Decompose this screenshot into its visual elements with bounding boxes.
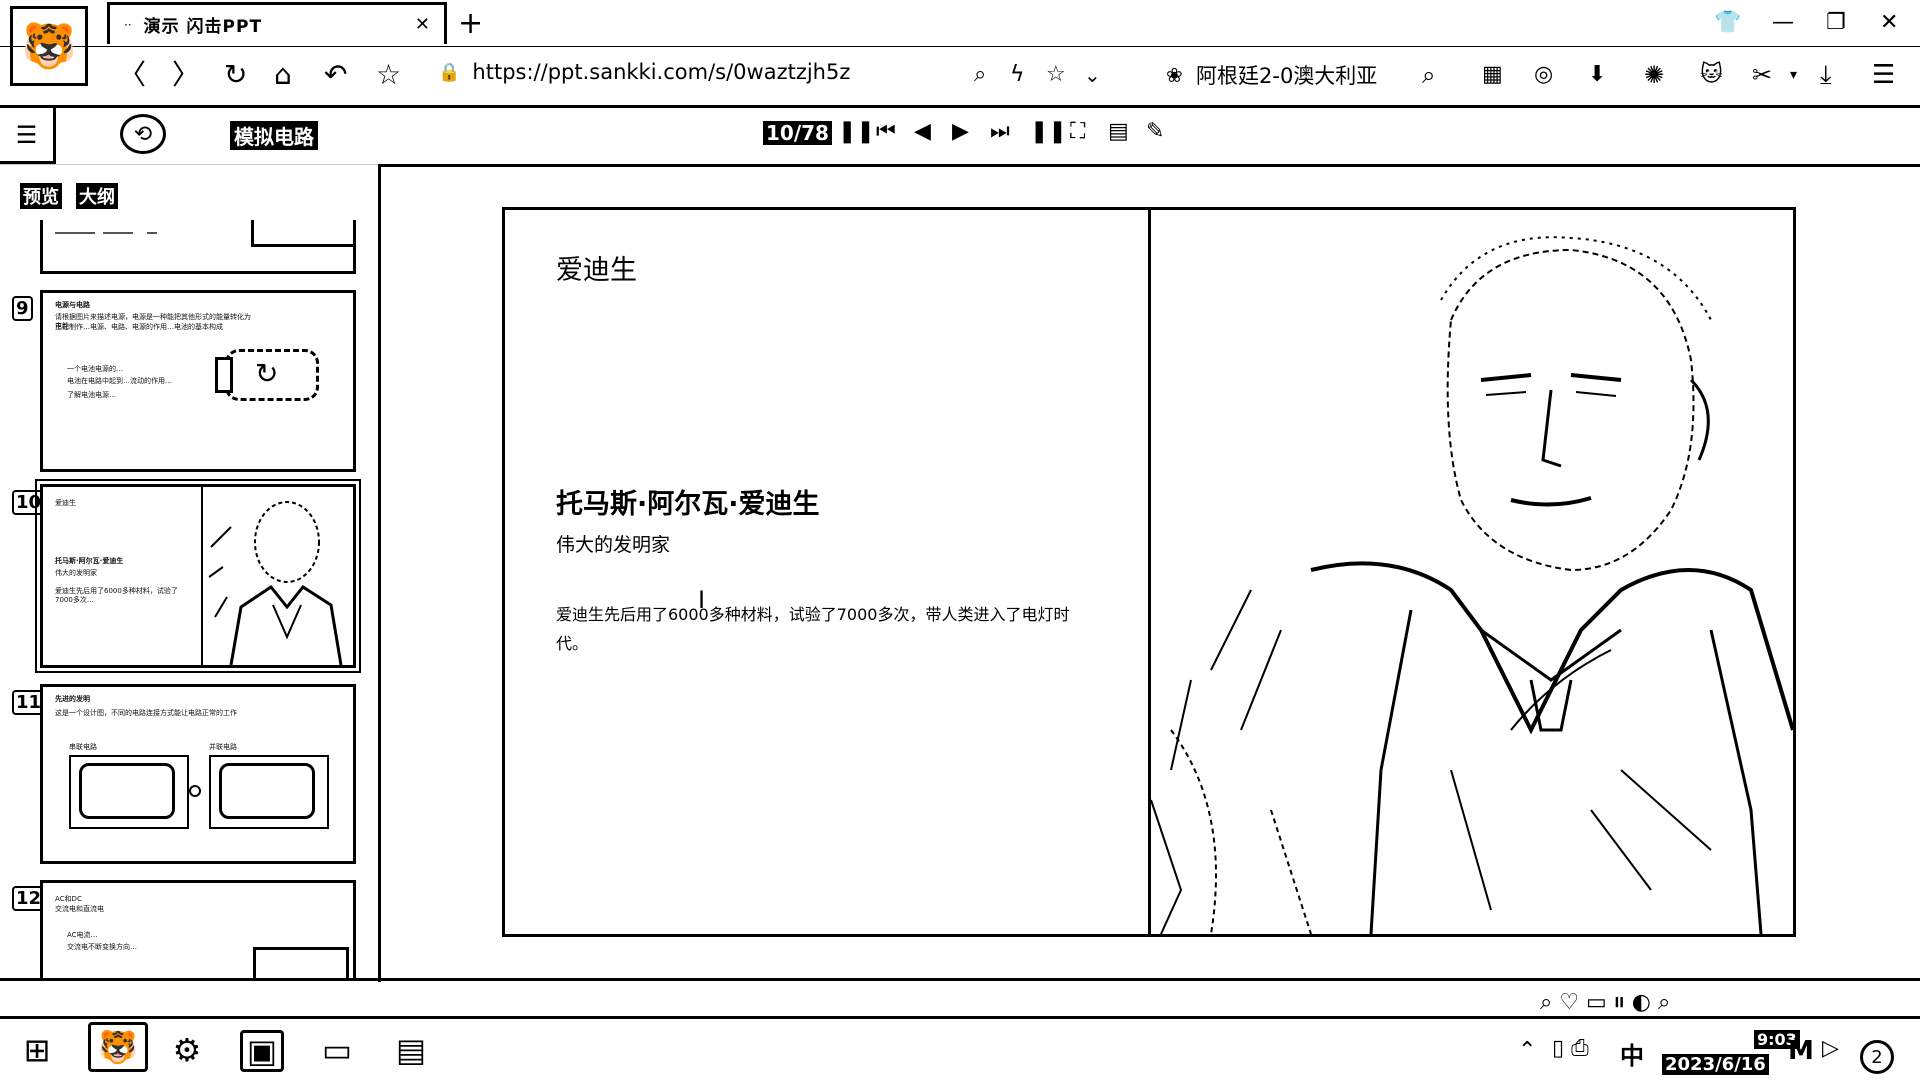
page-counter: 10/78: [763, 121, 832, 145]
thumbnail-portrait: [201, 487, 343, 665]
stage-top-border: [378, 164, 1920, 167]
text-cursor-icon: I: [698, 586, 706, 614]
slide-body: 爱迪生先后用了6000多种材料，试验了7000多次，带人类进入了电灯时代。: [556, 605, 1070, 653]
news-ticker[interactable]: 阿根廷2-0澳大利亚: [1196, 60, 1377, 90]
scissors-icon[interactable]: ✂: [1752, 58, 1772, 92]
taskbar-browser-icon[interactable]: 🐯: [88, 1022, 148, 1072]
shirt-icon[interactable]: 👕: [1714, 10, 1741, 35]
news-icon: ❀: [1166, 63, 1183, 87]
menu-icon[interactable]: ☰: [1872, 58, 1895, 92]
tab-preview[interactable]: 预览: [20, 183, 62, 209]
url-field[interactable]: 🔒 https://ppt.sankki.com/s/0waztzjh5z: [438, 60, 850, 84]
fullscreen-icon[interactable]: ⛶: [1070, 119, 1085, 144]
clock-date[interactable]: 2023/6/16: [1662, 1054, 1769, 1075]
pause-secondary-icon[interactable]: ❚❚: [1030, 119, 1067, 144]
mail-icon[interactable]: M: [1788, 1036, 1814, 1066]
thumbnail-text: 这是一个设计图，不同的电路连接方式能让电路正常的工作: [55, 709, 237, 717]
url-text: https://ppt.sankki.com/s/0waztzjh5z: [472, 60, 851, 84]
thumbnail-label: 并联电路: [209, 743, 237, 751]
thumbnail-number: 9: [12, 296, 33, 321]
pause-icon[interactable]: ❚❚: [838, 119, 875, 144]
lock-icon: 🔒: [438, 61, 461, 83]
battery-icon: [215, 357, 233, 393]
folder-icon[interactable]: ▭: [314, 1028, 360, 1072]
media-icon[interactable]: ▷: [1822, 1036, 1839, 1061]
back-icon[interactable]: 〈: [118, 58, 146, 92]
tab-favicon-icon: ··: [124, 17, 132, 32]
thumbnail-text: 电池在电路中起到…流动的作用…: [67, 377, 172, 385]
openai-icon[interactable]: ✺: [1644, 58, 1664, 92]
notification-badge[interactable]: 2: [1860, 1040, 1894, 1074]
tab-outline[interactable]: 大纲: [76, 183, 118, 209]
browser-tab-active[interactable]: ·· 演示 闪击PPT ✕: [107, 2, 447, 44]
first-slide-icon[interactable]: ⏮: [876, 119, 896, 144]
slide-person-name: 托马斯·阿尔瓦·爱迪生: [556, 489, 820, 520]
close-window-icon[interactable]: ✕: [1880, 10, 1898, 35]
zoom-icon[interactable]: ⌕: [974, 58, 986, 92]
thumbnail-text: 交流电不断变换方向…: [67, 943, 137, 951]
loop-icon[interactable]: ⟲: [120, 114, 166, 154]
slide-subtitle: 伟大的发明家: [556, 534, 671, 556]
thumbnail-text: AC电流…: [67, 931, 98, 939]
thumbnail-sub: 交流电和直流电: [55, 905, 104, 913]
thumbnail-slide-12[interactable]: AC和DC 交流电和直流电 AC电流… 交流电不断变换方向…: [40, 880, 356, 980]
pen-icon[interactable]: ✎: [1146, 119, 1164, 144]
taskbar-window-icon[interactable]: ▤: [388, 1028, 434, 1072]
windows-start-icon[interactable]: ⊞: [14, 1028, 60, 1072]
tab-close-icon[interactable]: ✕: [415, 14, 430, 35]
notes-icon[interactable]: ▤: [1108, 119, 1129, 144]
undo-icon[interactable]: ↶: [324, 58, 347, 92]
last-slide-icon[interactable]: ⏭: [990, 119, 1010, 144]
thumbnail-label: 串联电路: [69, 743, 97, 751]
ime-indicator[interactable]: 中: [1620, 1036, 1644, 1071]
forward-icon[interactable]: 〉: [172, 58, 200, 92]
thumbnail-slide-9[interactable]: 电源与电路 请根据图片来描述电源，电源是一种能把其他形式的能量转化为电能 正在制…: [40, 290, 356, 472]
slide-title: 爱迪生: [556, 255, 637, 286]
restore-icon[interactable]: ❐: [1826, 10, 1846, 35]
favorite-icon[interactable]: ☆: [1046, 58, 1066, 92]
tray-icons[interactable]: ▯ ⎙: [1552, 1036, 1589, 1061]
portrait-photo: [1151, 210, 1793, 934]
taskbar-app-icon[interactable]: ▣: [240, 1030, 284, 1072]
panel-divider[interactable]: [378, 164, 381, 982]
thumbnail-title: 电源与电路: [55, 301, 90, 309]
home-icon[interactable]: ⌂: [274, 58, 292, 92]
thumbnail-title: 先进的发明: [55, 695, 90, 703]
thumbnail-text: 正在制作…电源、电路、电源的作用…电池的基本构成: [55, 323, 223, 331]
system-tray-overlay-icons: ⌕ ♡ ▭ ⏸ ◐ ⌕: [1540, 990, 1671, 1015]
grid-apps-icon[interactable]: ▦: [1482, 58, 1503, 92]
thumbnail-title: 爱迪生: [55, 499, 76, 507]
new-tab-button[interactable]: +: [458, 6, 483, 41]
deck-name: 模拟电路: [230, 121, 318, 150]
download-icon[interactable]: ⤓: [1820, 58, 1832, 92]
download-circle-icon[interactable]: ⬇: [1588, 58, 1606, 92]
thumbnail-sub: 伟大的发明家: [55, 569, 97, 577]
gear-icon[interactable]: ⚙: [164, 1028, 210, 1072]
circuit-refresh-icon: ↻: [255, 357, 279, 390]
search-icon[interactable]: ⌕: [1422, 58, 1435, 92]
chevron-down-icon[interactable]: ⌄: [1084, 58, 1101, 92]
thumbnail-title: AC和DC: [55, 895, 82, 903]
extension-icon[interactable]: ◎: [1534, 58, 1553, 92]
thumbnail-name: 托马斯·阿尔瓦·爱迪生: [55, 557, 124, 565]
thumbnail-slide-8[interactable]: [40, 220, 356, 274]
tab-title: 演示 闪击PPT: [143, 17, 263, 37]
minimize-icon[interactable]: —: [1772, 10, 1794, 35]
prev-slide-icon[interactable]: ◀: [914, 119, 931, 144]
thumbnail-body: 爱迪生先后用了6000多种材料，试验了7000多次…: [55, 587, 178, 604]
cat-icon[interactable]: 🐱: [1700, 58, 1723, 92]
toggle-sidebar-icon[interactable]: ☰: [0, 108, 56, 164]
lightning-icon[interactable]: ϟ: [1010, 58, 1025, 92]
chevron-up-icon[interactable]: ⌃: [1518, 1038, 1536, 1063]
reload-icon[interactable]: ↻: [224, 58, 247, 92]
thumbnail-slide-11[interactable]: 先进的发明 这是一个设计图，不同的电路连接方式能让电路正常的工作 串联电路 并联…: [40, 684, 356, 864]
thumbnail-slide-10-active[interactable]: 爱迪生 托马斯·阿尔瓦·爱迪生 伟大的发明家 爱迪生先后用了6000多种材料，试…: [35, 479, 361, 673]
thumbnail-text: 了解电池电源…: [67, 391, 116, 399]
thumbnail-text: 一个电池电源的…: [67, 365, 123, 373]
scissors-dropdown-icon[interactable]: ▾: [1790, 58, 1797, 92]
stage-bottom-border: [0, 978, 1920, 981]
bookmark-star-icon[interactable]: ☆: [376, 58, 401, 92]
next-slide-icon[interactable]: ▶: [952, 119, 969, 144]
